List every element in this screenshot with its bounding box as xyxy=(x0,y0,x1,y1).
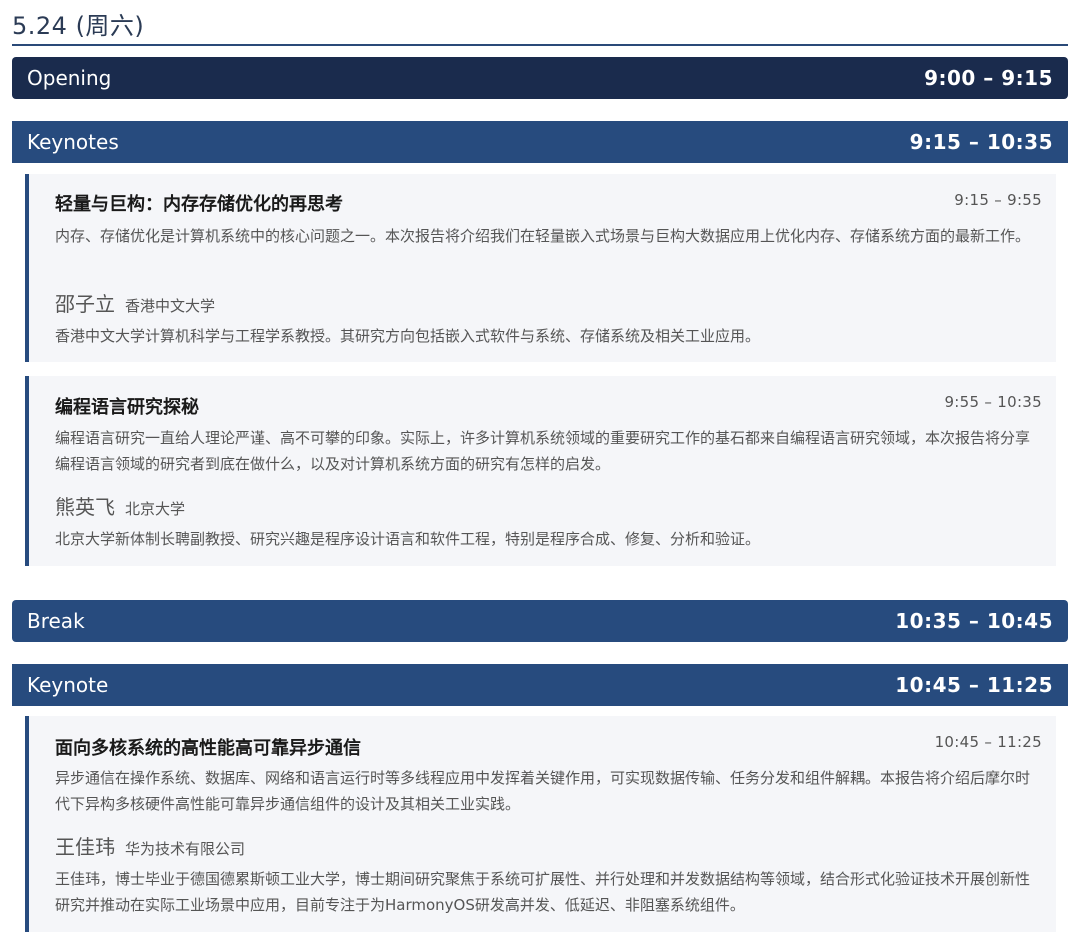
speaker-bio: 北京大学新体制长聘副教授、研究兴趣是程序设计语言和软件工程，特别是程序合成、修复… xyxy=(55,526,1040,552)
session-name: Keynotes xyxy=(27,130,119,154)
speaker-line: 王佳玮 华为技术有限公司 xyxy=(55,831,245,860)
session-time: 10:35 – 10:45 xyxy=(895,609,1053,633)
speaker-name: 王佳玮 xyxy=(55,831,115,860)
session-time: 9:15 – 10:35 xyxy=(910,130,1053,154)
session-bar-opening: Opening 9:00 – 9:15 xyxy=(12,57,1068,99)
talk-card: 编程语言研究探秘 9:55 – 10:35 编程语言研究一直给人理论严谨、高不可… xyxy=(25,376,1056,566)
talk-abstract: 内存、存储优化是计算机系统中的核心问题之一。本次报告将介绍我们在轻量嵌入式场景与… xyxy=(55,223,1040,249)
session-bar-keynote: Keynote 10:45 – 11:25 xyxy=(12,664,1068,706)
schedule-page: 5.24 (周六) Opening 9:00 – 9:15 Keynotes 9… xyxy=(0,0,1080,951)
session-bar-break: Break 10:35 – 10:45 xyxy=(12,600,1068,642)
session-time: 9:00 – 9:15 xyxy=(924,66,1053,90)
talk-title: 面向多核系统的高性能高可靠异步通信 xyxy=(55,734,361,760)
session-bar-keynotes: Keynotes 9:15 – 10:35 xyxy=(12,121,1068,163)
talk-abstract: 编程语言研究一直给人理论严谨、高不可攀的印象。实际上，许多计算机系统领域的重要研… xyxy=(55,425,1040,477)
talk-time: 9:55 – 10:35 xyxy=(944,393,1042,411)
speaker-line: 邵子立 香港中文大学 xyxy=(55,288,215,317)
speaker-bio: 香港中文大学计算机科学与工程学系教授。其研究方向包括嵌入式软件与系统、存储系统及… xyxy=(55,323,1040,349)
talk-abstract: 异步通信在操作系统、数据库、网络和语言运行时等多线程应用中发挥着关键作用，可实现… xyxy=(55,765,1040,817)
talk-time: 10:45 – 11:25 xyxy=(935,733,1042,751)
speaker-affiliation: 香港中文大学 xyxy=(125,295,215,316)
session-name: Opening xyxy=(27,66,111,90)
date-title: 5.24 (周六) xyxy=(12,6,144,41)
session-name: Keynote xyxy=(27,673,108,697)
talk-time: 9:15 – 9:55 xyxy=(954,191,1042,209)
date-divider xyxy=(12,44,1068,46)
talk-title: 轻量与巨构：内存存储优化的再思考 xyxy=(55,190,343,216)
session-name: Break xyxy=(27,609,85,633)
talk-card: 面向多核系统的高性能高可靠异步通信 10:45 – 11:25 异步通信在操作系… xyxy=(25,716,1056,932)
talk-card: 轻量与巨构：内存存储优化的再思考 9:15 – 9:55 内存、存储优化是计算机… xyxy=(25,174,1056,362)
speaker-bio: 王佳玮，博士毕业于德国德累斯顿工业大学，博士期间研究聚焦于系统可扩展性、并行处理… xyxy=(55,866,1040,918)
speaker-name: 邵子立 xyxy=(55,288,115,317)
speaker-name: 熊英飞 xyxy=(55,491,115,520)
session-time: 10:45 – 11:25 xyxy=(895,673,1053,697)
speaker-line: 熊英飞 北京大学 xyxy=(55,491,185,520)
speaker-affiliation: 北京大学 xyxy=(125,498,185,519)
speaker-affiliation: 华为技术有限公司 xyxy=(125,838,245,859)
talk-title: 编程语言研究探秘 xyxy=(55,393,199,419)
